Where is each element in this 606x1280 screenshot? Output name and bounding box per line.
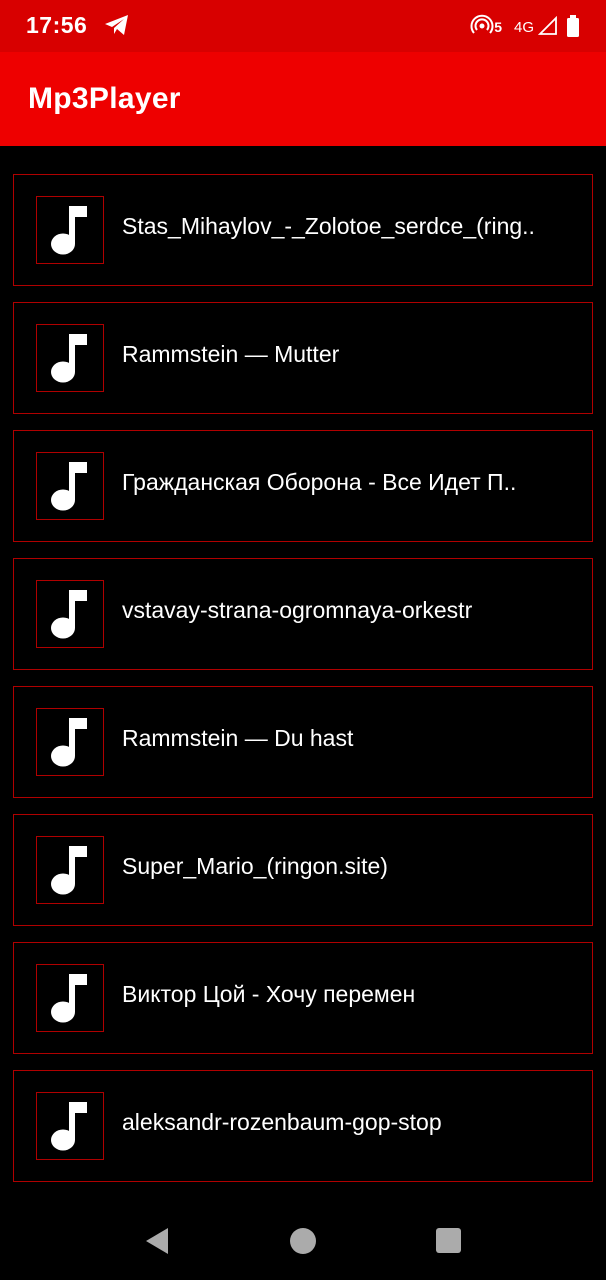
music-note-icon [51, 718, 87, 767]
system-nav-bar [0, 1196, 606, 1280]
recent-apps-icon[interactable] [436, 1228, 461, 1253]
song-list-item[interactable]: Гражданская Оборона - Все Идет П.. [13, 430, 593, 542]
back-icon[interactable] [144, 1226, 170, 1256]
song-list-item[interactable]: aleksandr-rozenbaum-gop-stop [13, 1070, 593, 1182]
status-time: 17:56 [26, 12, 88, 38]
song-title: vstavay-strana-ogromnaya-orkestr [122, 597, 473, 623]
song-title: Гражданская Оборона - Все Идет П.. [122, 469, 517, 495]
music-note-icon [51, 846, 87, 895]
song-list-item[interactable]: vstavay-strana-ogromnaya-orkestr [13, 558, 593, 670]
hotspot-icon [470, 14, 494, 34]
music-note-icon [51, 974, 87, 1023]
song-title: Stas_Mihaylov_-_Zolotoe_serdce_(ring.. [122, 213, 535, 239]
home-icon[interactable] [290, 1228, 316, 1254]
song-title: Rammstein — Du hast [122, 725, 354, 751]
song-icon-frame [36, 836, 104, 904]
hotspot-count: 5 [494, 19, 502, 35]
status-bar: 17:56 5 4G [0, 0, 606, 52]
telegram-icon [105, 15, 128, 35]
network-type-label: 4G [513, 18, 534, 36]
song-title: Виктор Цой - Хочу перемен [122, 981, 416, 1007]
music-note-icon [51, 590, 87, 639]
song-list: Stas_Mihaylov_-_Zolotoe_serdce_(ring.. R… [13, 174, 593, 1198]
song-icon-frame [36, 196, 104, 264]
song-icon-frame [36, 1092, 104, 1160]
app-title: Mp3Player [28, 82, 181, 115]
song-list-item[interactable]: Виктор Цой - Хочу перемен [13, 942, 593, 1054]
song-list-item[interactable]: Super_Mario_(ringon.site) [13, 814, 593, 926]
music-note-icon [51, 462, 87, 511]
song-list-item[interactable]: Stas_Mihaylov_-_Zolotoe_serdce_(ring.. [13, 174, 593, 286]
song-title: Rammstein — Mutter [122, 341, 340, 367]
song-list-item[interactable]: Rammstein — Mutter [13, 302, 593, 414]
song-icon-frame [36, 324, 104, 392]
music-note-icon [51, 206, 87, 255]
song-list-item[interactable]: Rammstein — Du hast [13, 686, 593, 798]
music-note-icon [51, 1102, 87, 1151]
signal-icon [538, 16, 557, 35]
music-note-icon [51, 334, 87, 383]
song-icon-frame [36, 964, 104, 1032]
song-title: aleksandr-rozenbaum-gop-stop [122, 1109, 442, 1135]
battery-icon [567, 15, 579, 37]
song-icon-frame [36, 708, 104, 776]
status-icons: 5 4G [470, 12, 580, 40]
song-title: Super_Mario_(ringon.site) [122, 853, 388, 879]
app-bar: Mp3Player [0, 52, 606, 146]
song-icon-frame [36, 452, 104, 520]
song-icon-frame [36, 580, 104, 648]
